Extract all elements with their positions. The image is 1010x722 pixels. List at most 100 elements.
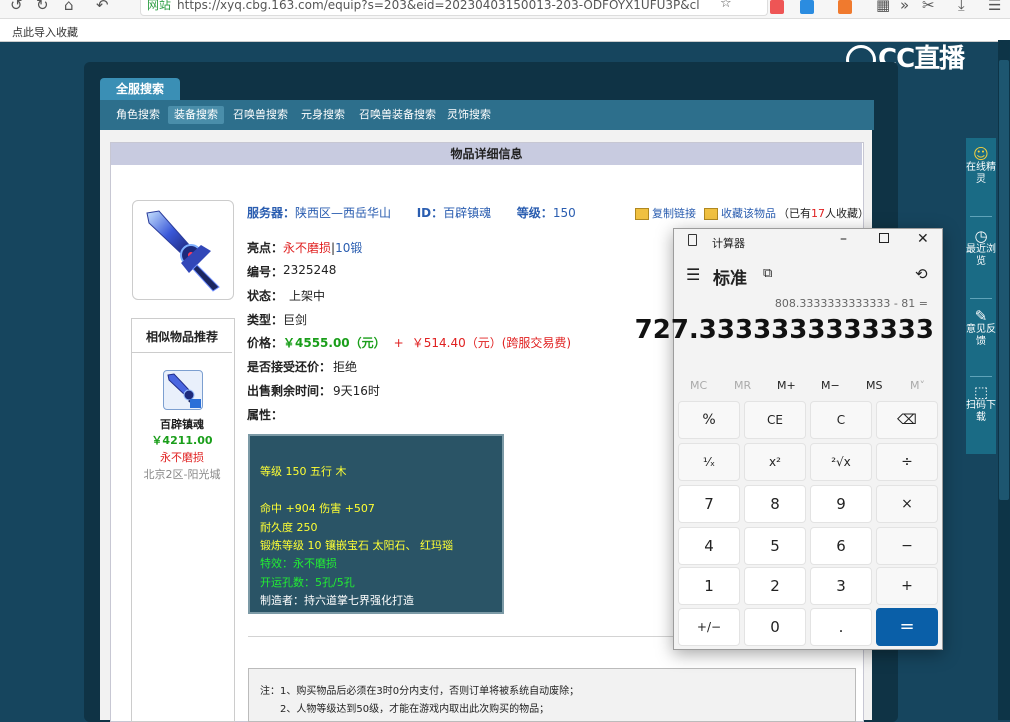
memory-store-button[interactable]: MS: [866, 379, 882, 392]
divide-button[interactable]: ÷: [876, 443, 938, 481]
digit-7-button[interactable]: 7: [678, 485, 740, 523]
refresh-icon[interactable]: ↻: [36, 0, 49, 14]
digit-5-button[interactable]: 5: [744, 527, 806, 565]
calculator-result: 727.3333333333333: [634, 315, 934, 345]
similar-item-thumb[interactable]: [163, 370, 203, 410]
history-icon[interactable]: ⟲: [915, 265, 928, 283]
address-bar[interactable]: 网站 https://xyq.cbg.163.com/equip?s=203&ei…: [140, 0, 768, 16]
star-icon[interactable]: ☆: [720, 0, 732, 11]
tab-all-server-search[interactable]: 全服搜索: [100, 78, 180, 100]
similar-item-server: 北京2区-阳光城: [143, 468, 221, 481]
similar-item-name[interactable]: 百辟镇魂: [132, 416, 232, 432]
extension-icon[interactable]: [770, 0, 784, 14]
item-summary-line: 服务器：陕西区—西岳华山 ID：百辟镇魂 等级：150: [247, 206, 576, 220]
digit-2-button[interactable]: 2: [744, 567, 806, 605]
highlight-label: 亮点：: [247, 241, 284, 255]
folder-icon: [635, 208, 649, 220]
attr-refine: 锻炼等级 10 镶嵌宝石 太阳石、 红玛瑙: [260, 539, 453, 552]
minimize-icon[interactable]: –: [840, 231, 847, 247]
remain-time-label: 出售剩余时间：: [247, 384, 332, 398]
sword-icon: [146, 210, 220, 292]
bargain-label: 是否接受还价：: [247, 360, 332, 374]
grid-icon[interactable]: ▦: [876, 0, 890, 14]
attr-maker: 制造者：持六道掌七界强化打造: [260, 594, 414, 607]
bookmark-import-link[interactable]: 点此导入收藏: [12, 24, 78, 40]
digit-8-button[interactable]: 8: [744, 485, 806, 523]
right-float-panel: ☺ 在线精灵 ◷ 最近浏览 ✎ 意见反馈 ⬚ 扫码下载: [966, 138, 996, 454]
attributes-label: 属性：: [247, 408, 284, 422]
percent-button[interactable]: %: [678, 401, 740, 439]
digit-6-button[interactable]: 6: [810, 527, 872, 565]
type-label: 类型：: [247, 313, 284, 327]
highlight-value: 永不磨损|10锻: [283, 241, 363, 255]
online-helper-item[interactable]: ☺ 在线精灵: [966, 147, 996, 186]
subtract-button[interactable]: −: [876, 527, 938, 565]
clear-button[interactable]: C: [810, 401, 872, 439]
calculator-mode: 标准: [713, 269, 747, 289]
reciprocal-button[interactable]: ¹⁄ₓ: [678, 443, 740, 481]
tab-pet-search[interactable]: 召唤兽搜索: [227, 106, 294, 124]
scrollbar-thumb[interactable]: [999, 60, 1009, 500]
tab-equip-search[interactable]: 装备搜索: [168, 106, 224, 124]
tab-pet-equip-search[interactable]: 召唤兽装备搜索: [353, 106, 442, 124]
back-icon[interactable]: ↺: [10, 0, 23, 14]
id-value: 百辟镇魂: [443, 206, 492, 220]
negate-button[interactable]: +/−: [678, 608, 740, 646]
digit-3-button[interactable]: 3: [810, 567, 872, 605]
tab-body-search[interactable]: 元身搜索: [295, 106, 351, 124]
more-icon[interactable]: »: [900, 0, 909, 14]
backspace-button[interactable]: ⌫: [876, 401, 938, 439]
edit-icon: ✎: [974, 307, 988, 325]
memory-clear-button[interactable]: MC: [690, 379, 707, 392]
memory-list-button[interactable]: M˅: [910, 379, 925, 392]
server-value: 陕西区—西岳华山: [295, 206, 392, 220]
digit-1-button[interactable]: 1: [678, 567, 740, 605]
number-label: 编号：: [247, 265, 284, 279]
extension-2-icon[interactable]: [838, 0, 852, 14]
clear-entry-button[interactable]: CE: [744, 401, 806, 439]
attr-hit-damage: 命中 +904 伤害 +507: [260, 502, 375, 515]
copy-link-button[interactable]: 复制链接: [635, 205, 696, 221]
digit-4-button[interactable]: 4: [678, 527, 740, 565]
download-icon[interactable]: ⤓: [958, 0, 965, 14]
add-button[interactable]: +: [876, 567, 938, 605]
hamburger-menu-icon[interactable]: ☰: [686, 265, 700, 284]
maximize-icon[interactable]: [879, 233, 889, 243]
translate-icon[interactable]: [800, 0, 814, 14]
clock-icon: ◷: [974, 227, 988, 245]
scissors-icon[interactable]: ✂: [922, 0, 935, 14]
similar-items-header: 相似物品推荐: [132, 322, 232, 353]
recent-browse-item[interactable]: ◷ 最近浏览: [966, 227, 996, 268]
level-value: 150: [552, 206, 576, 220]
calculator-expression: 808.3333333333333 - 81 =: [774, 297, 928, 310]
square-root-button[interactable]: ²√x: [810, 443, 872, 481]
digit-9-button[interactable]: 9: [810, 485, 872, 523]
status-label: 状态：: [247, 289, 284, 303]
decimal-button[interactable]: .: [810, 608, 872, 646]
scan-download-item[interactable]: ⬚ 扫码下载: [966, 385, 996, 424]
memory-subtract-button[interactable]: M−: [821, 379, 840, 392]
keep-on-top-icon[interactable]: ⧉: [763, 266, 772, 281]
feedback-item[interactable]: ✎ 意见反馈: [966, 307, 996, 348]
digit-0-button[interactable]: 0: [744, 608, 806, 646]
undo-icon[interactable]: ↶: [96, 0, 109, 14]
detail-header: 物品详细信息: [111, 143, 862, 165]
note-line-1: 注：1、购买物品后必须在3时0分内支付，否则订单将被系统自动废除；: [260, 686, 580, 697]
tab-ornament-search[interactable]: 灵饰搜索: [441, 106, 497, 124]
multiply-button[interactable]: ×: [876, 485, 938, 523]
number-value: 2325248: [283, 263, 337, 277]
menu-icon[interactable]: ☰: [988, 0, 1001, 14]
close-icon[interactable]: ✕: [917, 231, 929, 247]
type-value: 巨剑: [283, 313, 308, 327]
square-button[interactable]: x²: [744, 443, 806, 481]
home-icon[interactable]: ⌂: [64, 0, 74, 14]
equals-button[interactable]: =: [876, 608, 938, 646]
tab-role-search[interactable]: 角色搜索: [110, 106, 166, 124]
browser-toolbar: ↺ ↻ ⌂ ↶ 网站 https://xyq.cbg.163.com/equip?…: [0, 0, 1010, 19]
favorite-button[interactable]: 收藏该物品: [704, 205, 776, 221]
memory-recall-button[interactable]: MR: [734, 379, 751, 392]
similar-item-price: ￥4211.00: [151, 434, 213, 447]
secure-label: 网站: [147, 0, 172, 12]
memory-add-button[interactable]: M+: [777, 379, 796, 392]
calculator-app-icon: [688, 234, 697, 246]
